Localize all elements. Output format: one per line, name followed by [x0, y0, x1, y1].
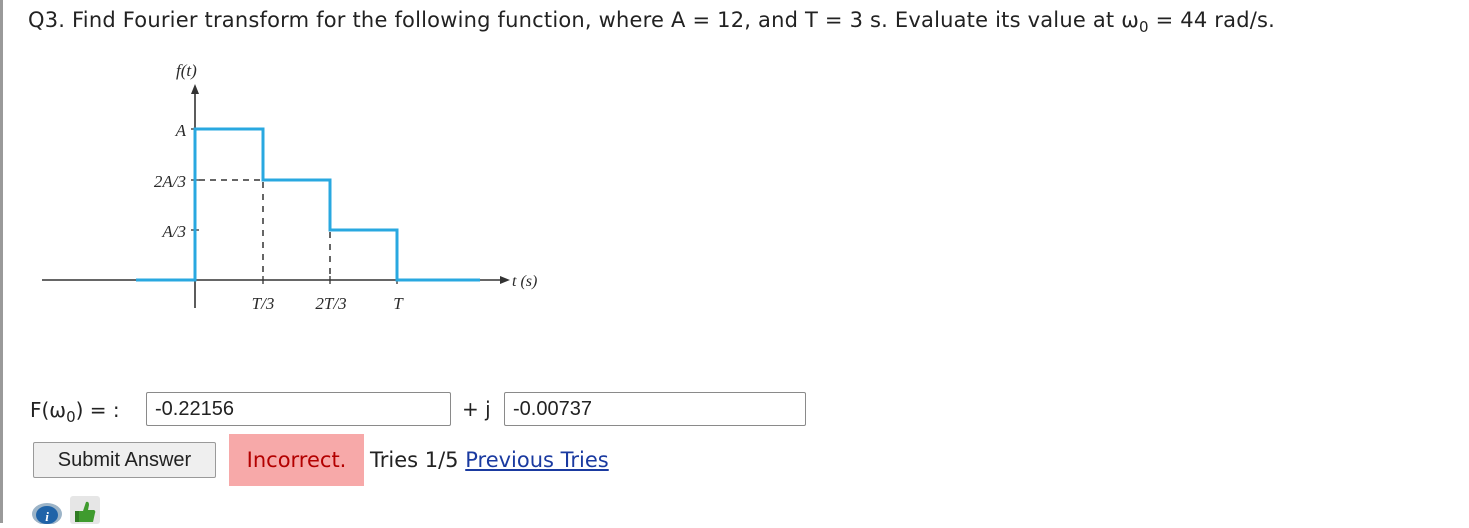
- y-tick-a3: A/3: [161, 222, 186, 241]
- x-tick-t3: T/3: [252, 294, 275, 313]
- previous-tries-link[interactable]: Previous Tries: [465, 448, 609, 472]
- left-border: [0, 0, 3, 523]
- thumbs-up-icon[interactable]: [68, 494, 102, 524]
- x-tick-2t3: 2T/3: [315, 294, 346, 313]
- answer-label: F(ω0) = :: [30, 398, 120, 426]
- real-part-input[interactable]: [146, 392, 451, 426]
- question-text: Q3. Find Fourier transform for the follo…: [28, 8, 1276, 36]
- y-axis-label: f(t): [176, 61, 197, 80]
- tries-count: Tries 1/5: [370, 448, 459, 472]
- tries-status: Tries 1/5 Previous Tries: [370, 448, 609, 472]
- y-tick-a: A: [175, 121, 187, 140]
- x-axis-label: t (s): [512, 273, 537, 290]
- x-tick-t: T: [393, 294, 404, 313]
- incorrect-badge: Incorrect.: [229, 434, 364, 486]
- piecewise-graph: f(t) t (s) A 2A/3 A/3 T/3 2T/3 T: [28, 46, 573, 336]
- function-figure: f(t) t (s) A 2A/3 A/3 T/3 2T/3 T: [28, 46, 573, 336]
- plus-j-label: + j: [462, 397, 491, 421]
- imaginary-part-input[interactable]: [504, 392, 806, 426]
- submit-answer-button[interactable]: Submit Answer: [33, 442, 216, 478]
- svg-text:i: i: [45, 509, 49, 524]
- y-tick-2a3: 2A/3: [154, 172, 186, 191]
- info-icon[interactable]: i: [30, 494, 64, 525]
- bottom-icons: i: [30, 494, 102, 525]
